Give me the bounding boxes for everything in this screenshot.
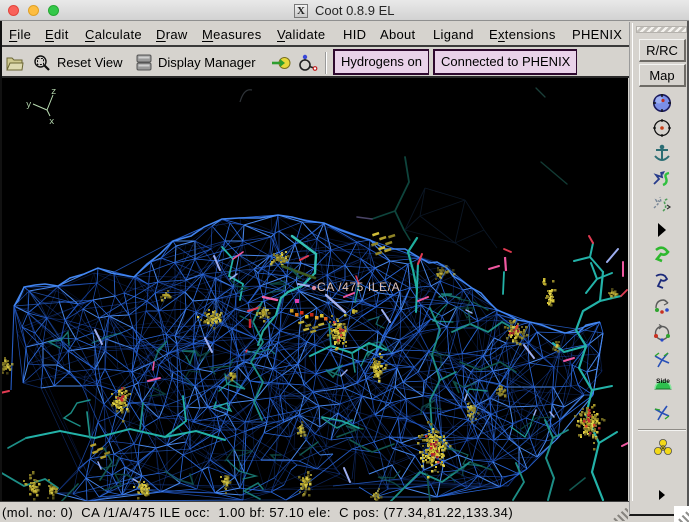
svg-text:y: y bbox=[26, 100, 32, 110]
svg-text:x: x bbox=[49, 117, 54, 127]
svg-text:CA /475 ILE/A: CA /475 ILE/A bbox=[317, 280, 400, 294]
svg-text:z: z bbox=[51, 87, 56, 97]
svg-text:Side: Side bbox=[656, 378, 670, 385]
